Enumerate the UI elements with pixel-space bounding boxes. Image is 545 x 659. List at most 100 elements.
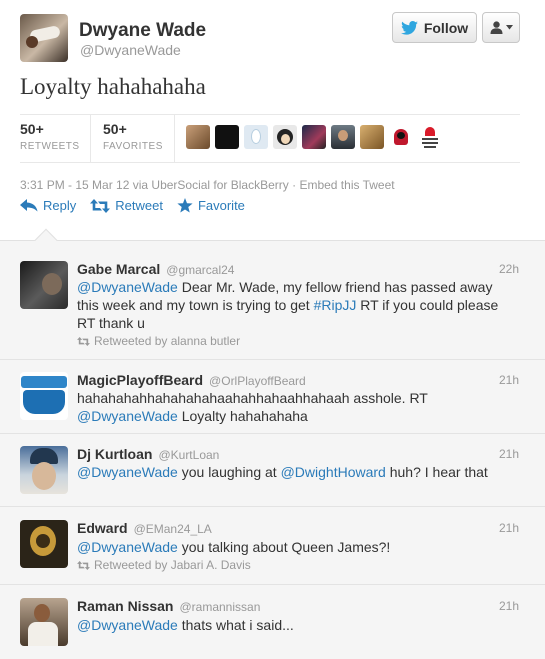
reply-text: @DwyaneWade thats what i said... <box>77 616 517 634</box>
avatar[interactable] <box>273 125 297 149</box>
reply-time[interactable]: 21h <box>499 521 519 535</box>
retweet-button[interactable]: Retweet <box>90 198 163 213</box>
favoriters-list <box>186 125 442 149</box>
main-tweet: Dwyane Wade @DwyaneWade Follow Loyalty h… <box>0 0 545 240</box>
avatar[interactable] <box>389 125 413 149</box>
reply-text: @DwyaneWade you laughing at @DwightHowar… <box>77 463 517 481</box>
avatar[interactable] <box>331 125 355 149</box>
divider <box>20 162 520 163</box>
reply-author-name: Edward <box>77 520 128 536</box>
timestamp[interactable]: 3:31 PM - 15 Mar 12 <box>20 178 129 192</box>
retweet-label: Retweet <box>115 198 163 213</box>
mention-link[interactable]: @DwyaneWade <box>77 617 178 633</box>
hashtag-link[interactable]: #RipJJ <box>314 297 357 313</box>
retweeted-by: Retweeted by Jabari A. Davis <box>77 558 251 572</box>
reply-author[interactable]: MagicPlayoffBeard @OrlPlayoffBeard <box>77 372 306 388</box>
avatar[interactable] <box>20 261 68 309</box>
tweet-actions: Reply Retweet Favorite <box>20 198 245 213</box>
reply-author-name: Gabe Marcal <box>77 261 161 277</box>
follow-label: Follow <box>423 19 469 36</box>
reply-text: @DwyaneWade you talking about Queen Jame… <box>77 538 517 556</box>
divider <box>20 114 520 115</box>
mention-link[interactable]: @DwyaneWade <box>77 279 178 295</box>
text-run: you laughing at <box>177 464 281 480</box>
text-run: Loyalty hahahahaha <box>177 408 308 424</box>
text-run: hahahahahhahahahahaahahhahaahhahaah assh… <box>77 390 428 406</box>
reply-author[interactable]: Gabe Marcal @gmarcal24 <box>77 261 234 277</box>
avatar[interactable] <box>20 598 68 646</box>
mention-link[interactable]: @DwyaneWade <box>77 539 178 555</box>
mention-link[interactable]: @DwightHoward <box>281 464 386 480</box>
avatar[interactable] <box>302 125 326 149</box>
author-handle[interactable]: @DwyaneWade <box>80 42 181 58</box>
reply-time[interactable]: 22h <box>499 262 519 276</box>
avatar[interactable] <box>20 14 68 62</box>
reply-author[interactable]: Edward @EMan24_LA <box>77 520 212 536</box>
meta-separator: · <box>288 178 300 192</box>
list-item[interactable]: Edward @EMan24_LA 21h @DwyaneWade you tal… <box>0 507 545 585</box>
retweet-icon <box>77 336 90 346</box>
avatar[interactable] <box>418 125 442 149</box>
favorites-count: 50+ <box>103 121 127 137</box>
reply-author[interactable]: Dj Kurtloan @KurtLoan <box>77 446 219 462</box>
divider <box>90 114 91 162</box>
retweets-label: RETWEETS <box>20 141 80 152</box>
reply-button[interactable]: Reply <box>20 198 76 213</box>
list-item[interactable]: Gabe Marcal @gmarcal24 22h @DwyaneWade De… <box>0 241 545 360</box>
list-item[interactable]: MagicPlayoffBeard @OrlPlayoffBeard 21h ha… <box>0 360 545 434</box>
reply-author-name: MagicPlayoffBeard <box>77 372 204 388</box>
text-run: thats what i said... <box>177 617 294 633</box>
reply-text: hahahahahhahahahahaahahhahaahhahaah assh… <box>77 389 517 425</box>
favorite-button[interactable]: Favorite <box>177 198 245 213</box>
follow-button[interactable]: Follow <box>392 12 477 43</box>
text-run: you talking about Queen James?! <box>177 539 391 555</box>
star-icon <box>177 198 193 213</box>
reply-author-name: Dj Kurtloan <box>77 446 153 462</box>
chevron-down-icon <box>505 25 513 30</box>
author-name[interactable]: Dwyane Wade <box>79 20 206 42</box>
list-item[interactable]: Dj Kurtloan @KurtLoan 21h @DwyaneWade you… <box>0 434 545 507</box>
list-item[interactable]: Raman Nissan @ramannissan 21h @DwyaneWade… <box>0 585 545 659</box>
reply-author-name: Raman Nissan <box>77 598 174 614</box>
tweet-meta: 3:31 PM - 15 Mar 12 via UberSocial for B… <box>20 178 395 192</box>
mention-link[interactable]: @DwyaneWade <box>77 464 178 480</box>
avatar[interactable] <box>215 125 239 149</box>
reply-author-handle: @gmarcal24 <box>166 263 235 277</box>
reply-author-handle: @ramannissan <box>179 600 261 614</box>
retweeted-by-label[interactable]: Retweeted by Jabari A. Davis <box>94 558 251 572</box>
avatar[interactable] <box>20 446 68 494</box>
retweeted-by: Retweeted by alanna butler <box>77 334 240 348</box>
user-icon <box>490 21 502 34</box>
avatar[interactable] <box>186 125 210 149</box>
reply-time[interactable]: 21h <box>499 599 519 613</box>
divider <box>174 114 175 162</box>
tweet-text: Loyalty hahahahaha <box>20 74 206 99</box>
avatar[interactable] <box>20 372 68 420</box>
reply-author-handle: @OrlPlayoffBeard <box>209 374 306 388</box>
avatar[interactable] <box>360 125 384 149</box>
favorites-stat[interactable]: 50+ FAVORITES <box>103 121 163 152</box>
retweeted-by-label[interactable]: Retweeted by alanna butler <box>94 334 240 348</box>
retweet-icon <box>77 560 90 570</box>
user-actions-button[interactable] <box>482 12 520 43</box>
mention-link[interactable]: @DwyaneWade <box>77 408 178 424</box>
reply-author-handle: @EMan24_LA <box>133 522 212 536</box>
reply-time[interactable]: 21h <box>499 373 519 387</box>
avatar[interactable] <box>244 125 268 149</box>
reply-author-handle: @KurtLoan <box>158 448 220 462</box>
retweet-icon <box>90 198 111 213</box>
client-via: via UberSocial for BlackBerry <box>129 178 289 192</box>
twitter-bird-icon <box>400 20 418 35</box>
text-run: huh? I hear that <box>385 464 488 480</box>
favorite-label: Favorite <box>197 198 245 213</box>
retweets-stat[interactable]: 50+ RETWEETS <box>20 121 80 152</box>
embed-link[interactable]: Embed this Tweet <box>299 178 394 192</box>
reply-author[interactable]: Raman Nissan @ramannissan <box>77 598 260 614</box>
reply-time[interactable]: 21h <box>499 447 519 461</box>
reply-label: Reply <box>43 198 77 213</box>
favorites-label: FAVORITES <box>103 141 163 152</box>
reply-text: @DwyaneWade Dear Mr. Wade, my fellow fri… <box>77 278 517 332</box>
reply-icon <box>20 199 38 212</box>
avatar[interactable] <box>20 520 68 568</box>
retweets-count: 50+ <box>20 121 44 137</box>
